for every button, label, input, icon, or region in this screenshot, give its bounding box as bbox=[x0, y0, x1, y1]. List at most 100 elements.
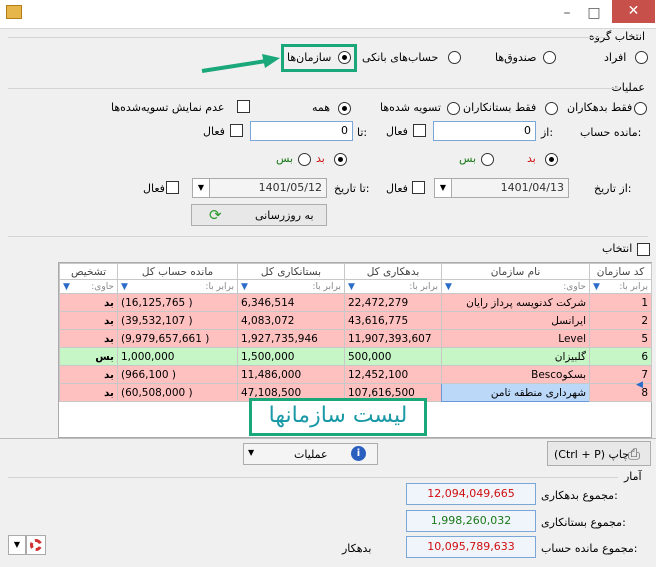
cell-debit[interactable]: 12,452,100 bbox=[344, 365, 442, 384]
filter-icon[interactable]: ▼ bbox=[445, 282, 452, 292]
active-label: فعال bbox=[143, 182, 165, 195]
balance-to-active-checkbox[interactable] bbox=[230, 124, 243, 137]
operations-button[interactable]: ▼ عملیات i bbox=[243, 443, 378, 465]
table-row[interactable]: 1 شرکت کدنویسه پرداز رایان 22,472,279 6,346… bbox=[59, 293, 652, 312]
table-row[interactable]: 2 ایرانسل 43,616,775 4,083,072 (39,532,107 )… bbox=[59, 311, 652, 330]
selection-highlight bbox=[281, 44, 357, 72]
print-button[interactable]: (Ctrl + P) چاپ ⎙ bbox=[547, 441, 651, 466]
total-debit-value: 12,094,049,665 bbox=[406, 483, 536, 505]
balance-to-input[interactable]: 0 bbox=[250, 121, 353, 141]
cell-credit[interactable]: 1,500,000 bbox=[237, 347, 345, 366]
filter-icon[interactable]: ▼ bbox=[63, 282, 70, 292]
filter-icon[interactable]: ▼ bbox=[348, 282, 355, 292]
cell-status[interactable]: بد bbox=[59, 329, 118, 348]
filter-cell-status[interactable]: حاوی: ▼ bbox=[59, 279, 118, 294]
radio-debtors-only[interactable] bbox=[634, 102, 647, 115]
cell-status[interactable]: بس bbox=[59, 347, 118, 366]
radio-label-settled: تسویه شده‌ها bbox=[380, 101, 441, 114]
cell-debit[interactable]: 500,000 bbox=[344, 347, 442, 366]
cell-credit[interactable]: 4,083,072 bbox=[237, 311, 345, 330]
maximize-icon[interactable]: □ bbox=[580, 0, 608, 26]
cell-credit[interactable]: 6,346,514 bbox=[237, 293, 345, 312]
from-date-input[interactable]: 1401/04/13 bbox=[451, 178, 569, 198]
filter-cell-credit[interactable]: برابر با: ▼ bbox=[237, 279, 345, 294]
divider bbox=[8, 477, 618, 478]
select-all-checkbox[interactable] bbox=[637, 243, 650, 256]
help-dropdown-icon[interactable]: ▼ bbox=[8, 535, 26, 555]
radio-funds[interactable] bbox=[543, 51, 556, 64]
cell-debit[interactable]: 43,616,775 bbox=[344, 311, 442, 330]
radio-settled[interactable] bbox=[447, 102, 460, 115]
cell-debit[interactable]: 22,472,279 bbox=[344, 293, 442, 312]
radio-bank-accounts[interactable] bbox=[448, 51, 461, 64]
cell-name[interactable]: ایرانسل bbox=[441, 311, 590, 330]
lifebuoy-ring bbox=[30, 539, 42, 551]
cell-balance[interactable]: (39,532,107 ) bbox=[117, 311, 238, 330]
cell-debit[interactable]: 11,907,393,607 bbox=[344, 329, 442, 348]
filter-cell-code[interactable]: برابر با: ▼ bbox=[589, 279, 652, 294]
to-bes-radio[interactable] bbox=[298, 153, 311, 166]
filter-cell-name[interactable]: حاوی: ▼ bbox=[441, 279, 590, 294]
col-header-status[interactable]: تشخیص bbox=[59, 263, 118, 280]
cell-code[interactable]: 6 bbox=[589, 347, 652, 366]
radio-all[interactable] bbox=[338, 102, 351, 115]
table-row[interactable]: 6 گلبیزان 500,000 1,500,000 1,000,000 بس bbox=[59, 347, 652, 366]
table-row[interactable]: 5 Level 11,907,393,607 1,927,735,946 (9,979,… bbox=[59, 329, 652, 348]
cell-status[interactable]: بد bbox=[59, 383, 118, 402]
cell-balance[interactable]: (16,125,765 ) bbox=[117, 293, 238, 312]
from-bed-radio[interactable] bbox=[545, 153, 558, 166]
cell-name[interactable]: بسکوBesco bbox=[441, 365, 590, 384]
cell-balance[interactable]: (9,979,657,661 ) bbox=[117, 329, 238, 348]
to-date-input[interactable]: 1401/05/12 bbox=[209, 178, 327, 198]
radio-label-bank-accounts: حساب‌های بانکی bbox=[362, 51, 439, 64]
balance-from-input[interactable]: 0 bbox=[433, 121, 536, 141]
cell-status[interactable]: بد bbox=[59, 293, 118, 312]
to-date-active-checkbox[interactable] bbox=[166, 181, 179, 194]
cell-credit[interactable]: 1,927,735,946 bbox=[237, 329, 345, 348]
minimize-icon[interactable]: – bbox=[553, 0, 581, 26]
cell-code[interactable]: 1 bbox=[589, 293, 652, 312]
to-date-dropdown-icon[interactable]: ▼ bbox=[192, 178, 210, 198]
col-header-name[interactable]: نام سازمان bbox=[441, 263, 590, 280]
total-balance-value: 10,095,789,633 bbox=[406, 536, 536, 558]
radio-label-creditors-only: فقط بستانکاران bbox=[463, 101, 537, 114]
to-bed-radio[interactable] bbox=[334, 153, 347, 166]
col-header-debit[interactable]: بدهکاری کل bbox=[344, 263, 442, 280]
cell-name[interactable]: Level bbox=[441, 329, 590, 348]
hide-settled-checkbox[interactable] bbox=[237, 100, 250, 113]
table-row[interactable]: 7 بسکوBesco 12,452,100 11,486,000 (966,100 )… bbox=[59, 365, 652, 384]
col-header-code[interactable]: کد سازمان bbox=[589, 263, 652, 280]
filter-cell-balance[interactable]: برابر با: ▼ bbox=[117, 279, 238, 294]
filter-icon[interactable]: ▼ bbox=[241, 282, 248, 292]
from-date-active-checkbox[interactable] bbox=[412, 181, 425, 194]
filter-op-label: برابر با: bbox=[619, 281, 648, 292]
radio-creditors-only[interactable] bbox=[545, 102, 558, 115]
lifebuoy-icon[interactable] bbox=[26, 535, 46, 555]
radio-individuals[interactable] bbox=[635, 51, 648, 64]
from-date-dropdown-icon[interactable]: ▼ bbox=[434, 178, 452, 198]
cell-balance[interactable]: (60,508,000 ) bbox=[117, 383, 238, 402]
select-all-label: انتخاب bbox=[602, 242, 633, 255]
balance-from-active-checkbox[interactable] bbox=[413, 124, 426, 137]
cell-name[interactable]: گلبیزان bbox=[441, 347, 590, 366]
cell-status[interactable]: بد bbox=[59, 311, 118, 330]
cell-credit[interactable]: 11,486,000 bbox=[237, 365, 345, 384]
cell-code[interactable]: 5 bbox=[589, 329, 652, 348]
filter-icon[interactable]: ▼ bbox=[593, 282, 600, 292]
cell-balance[interactable]: (966,100 ) bbox=[117, 365, 238, 384]
from-bes-label: بس bbox=[459, 152, 477, 165]
cell-name[interactable]: شرکت کدنویسه پرداز رایان bbox=[441, 293, 590, 312]
col-header-balance[interactable]: مانده حساب کل bbox=[117, 263, 238, 280]
filter-cell-debit[interactable]: برابر با: ▼ bbox=[344, 279, 442, 294]
cell-name[interactable]: شهرداری منطقه ثامن bbox=[441, 383, 590, 402]
cell-code[interactable]: 2 bbox=[589, 311, 652, 330]
update-button[interactable]: ⟳ به روزرسانی bbox=[191, 204, 327, 226]
divider bbox=[8, 88, 618, 89]
filter-icon[interactable]: ▼ bbox=[121, 282, 128, 292]
arrow-icon bbox=[201, 54, 280, 73]
from-bes-radio[interactable] bbox=[481, 153, 494, 166]
close-icon[interactable]: ✕ bbox=[612, 0, 655, 23]
col-header-credit[interactable]: بستانکاری کل bbox=[237, 263, 345, 280]
cell-status[interactable]: بد bbox=[59, 365, 118, 384]
cell-balance[interactable]: 1,000,000 bbox=[117, 347, 238, 366]
